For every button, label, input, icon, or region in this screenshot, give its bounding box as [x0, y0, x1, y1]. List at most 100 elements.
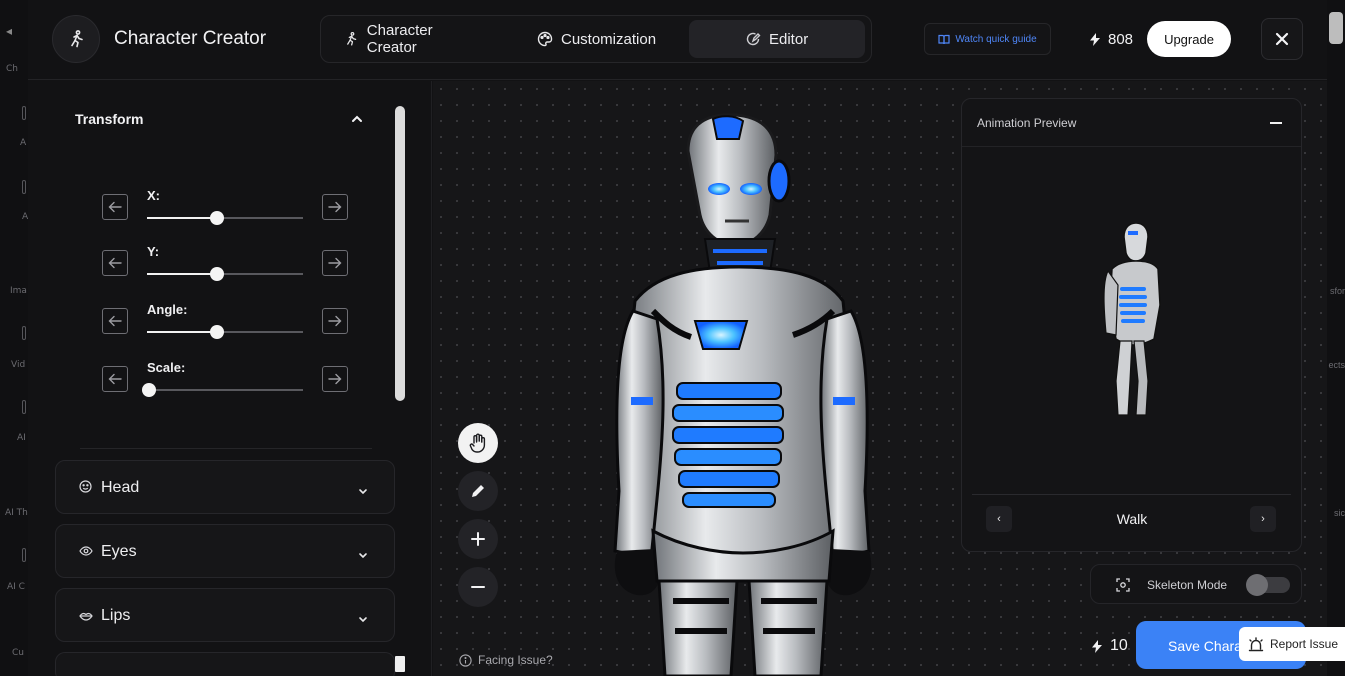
- scale-slider-thumb[interactable]: [142, 383, 156, 397]
- preview-header: Animation Preview: [962, 99, 1301, 147]
- slider-fill: [147, 217, 218, 219]
- skeleton-mode-label: Skeleton Mode: [1147, 578, 1228, 592]
- bg-label: AI Th: [5, 508, 28, 518]
- bg-label: Vid: [11, 360, 26, 370]
- arrow-right-icon: [328, 315, 342, 327]
- arrow-right-icon: [328, 373, 342, 385]
- next-animation-button[interactable]: ›: [1250, 506, 1276, 532]
- cost-value: 10: [1110, 637, 1128, 654]
- skeleton-mode-toggle[interactable]: [1246, 574, 1290, 596]
- background-right-strip: sfor ects sic: [1325, 0, 1345, 676]
- tab-editor[interactable]: Editor: [689, 20, 865, 58]
- x-slider-thumb[interactable]: [210, 211, 225, 225]
- watch-guide-label: Watch quick guide: [955, 33, 1037, 45]
- running-figure-icon: [347, 31, 357, 46]
- slider-fill: [147, 273, 218, 275]
- facing-issue-link[interactable]: Facing Issue?: [459, 653, 553, 667]
- pan-tool-button[interactable]: [458, 423, 498, 463]
- bg-label: sic: [1334, 508, 1345, 518]
- bg-label: ects: [1328, 360, 1345, 370]
- editor-canvas[interactable]: Facing Issue? Animation Preview ‹ Walk ›: [433, 81, 1327, 676]
- editor-left-panel: Transform X: Y: Angle: Scale: Head Eyes …: [28, 81, 432, 676]
- increase-scale-button[interactable]: [322, 366, 348, 392]
- running-figure-icon: [71, 30, 83, 48]
- page-scrollbar[interactable]: [1329, 12, 1343, 44]
- plus-icon: [471, 532, 485, 546]
- chevron-down-icon: [358, 546, 368, 564]
- increase-x-button[interactable]: [322, 194, 348, 220]
- bg-label: AI C: [7, 582, 25, 592]
- angle-slider-track[interactable]: [147, 331, 303, 333]
- transform-heading: Transform: [75, 111, 144, 127]
- bg-icon: [22, 106, 26, 120]
- decrease-scale-button[interactable]: [102, 366, 128, 392]
- control-label: X:: [147, 188, 160, 203]
- draw-tool-button[interactable]: [458, 471, 498, 511]
- accordion-label: Head: [101, 479, 140, 496]
- close-button[interactable]: [1261, 18, 1303, 60]
- transform-x-control: X:: [102, 188, 348, 225]
- bg-icon: [22, 326, 26, 340]
- control-label: Angle:: [147, 302, 188, 317]
- watch-guide-button[interactable]: Watch quick guide: [924, 23, 1051, 55]
- mode-tabs: Character Creator Customization Editor: [320, 15, 872, 63]
- y-slider-thumb[interactable]: [210, 267, 225, 281]
- report-issue-button[interactable]: Report Issue: [1239, 627, 1345, 661]
- top-bar: Character Creator Character Creator Cust…: [28, 0, 1327, 80]
- accordion-eyes[interactable]: Eyes: [55, 524, 395, 578]
- alarm-icon: [1248, 636, 1264, 651]
- accordion-head[interactable]: Head: [55, 460, 395, 514]
- preview-title: Animation Preview: [977, 116, 1077, 130]
- bg-label: Cu: [12, 648, 24, 658]
- palette-icon: [537, 31, 553, 47]
- chevron-down-icon: [358, 610, 368, 628]
- increase-angle-button[interactable]: [322, 308, 348, 334]
- upgrade-button[interactable]: Upgrade: [1147, 21, 1231, 57]
- tab-label: Editor: [769, 30, 809, 48]
- angle-slider-thumb[interactable]: [210, 325, 225, 339]
- tab-label: Character Creator: [366, 22, 433, 56]
- prev-animation-button[interactable]: ‹: [986, 506, 1012, 532]
- arrow-left-icon: [108, 257, 122, 269]
- tab-character-creator[interactable]: Character Creator: [327, 20, 501, 58]
- bg-icon: [22, 548, 26, 562]
- scale-slider-track[interactable]: [147, 389, 303, 391]
- bg-label: sfor: [1329, 286, 1345, 296]
- decrease-y-button[interactable]: [102, 250, 128, 276]
- accordion-label: Lips: [101, 607, 131, 624]
- transform-scale-control: Scale:: [102, 360, 348, 397]
- minimize-icon[interactable]: [1270, 122, 1282, 124]
- skeleton-mode-control: Skeleton Mode: [1090, 564, 1302, 604]
- app-logo: [52, 15, 100, 63]
- close-icon: [1275, 32, 1289, 46]
- zoom-in-button[interactable]: [458, 519, 498, 559]
- chevron-up-icon[interactable]: [351, 111, 363, 129]
- bg-icon: [22, 400, 26, 414]
- accordion-lips[interactable]: Lips: [55, 588, 395, 642]
- animation-name: Walk: [1116, 511, 1148, 527]
- zoom-out-button[interactable]: [458, 567, 498, 607]
- character-creator-modal: Character Creator Character Creator Cust…: [28, 0, 1327, 676]
- panel-scrollbar[interactable]: [395, 106, 405, 401]
- robot-character-figure[interactable]: [613, 111, 873, 676]
- animation-selector: ‹ Walk ›: [972, 494, 1291, 542]
- decrease-angle-button[interactable]: [102, 308, 128, 334]
- bg-icon: [22, 180, 26, 194]
- bg-label: Ch: [6, 64, 18, 74]
- section-divider: [80, 448, 372, 449]
- minus-icon: [471, 586, 485, 588]
- accordion-next[interactable]: [55, 652, 395, 676]
- accordion-label: Eyes: [101, 543, 137, 560]
- lightning-icon: [1090, 33, 1100, 46]
- arrow-right-icon: [328, 257, 342, 269]
- tab-customization[interactable]: Customization: [521, 20, 679, 58]
- transform-y-control: Y:: [102, 244, 348, 281]
- increase-y-button[interactable]: [322, 250, 348, 276]
- credits-balance: 808: [1090, 31, 1133, 48]
- x-slider-track[interactable]: [147, 217, 303, 219]
- book-icon: [938, 34, 950, 44]
- decrease-x-button[interactable]: [102, 194, 128, 220]
- y-slider-track[interactable]: [147, 273, 303, 275]
- report-issue-label: Report Issue: [1270, 637, 1339, 651]
- bg-label: AI: [17, 433, 26, 443]
